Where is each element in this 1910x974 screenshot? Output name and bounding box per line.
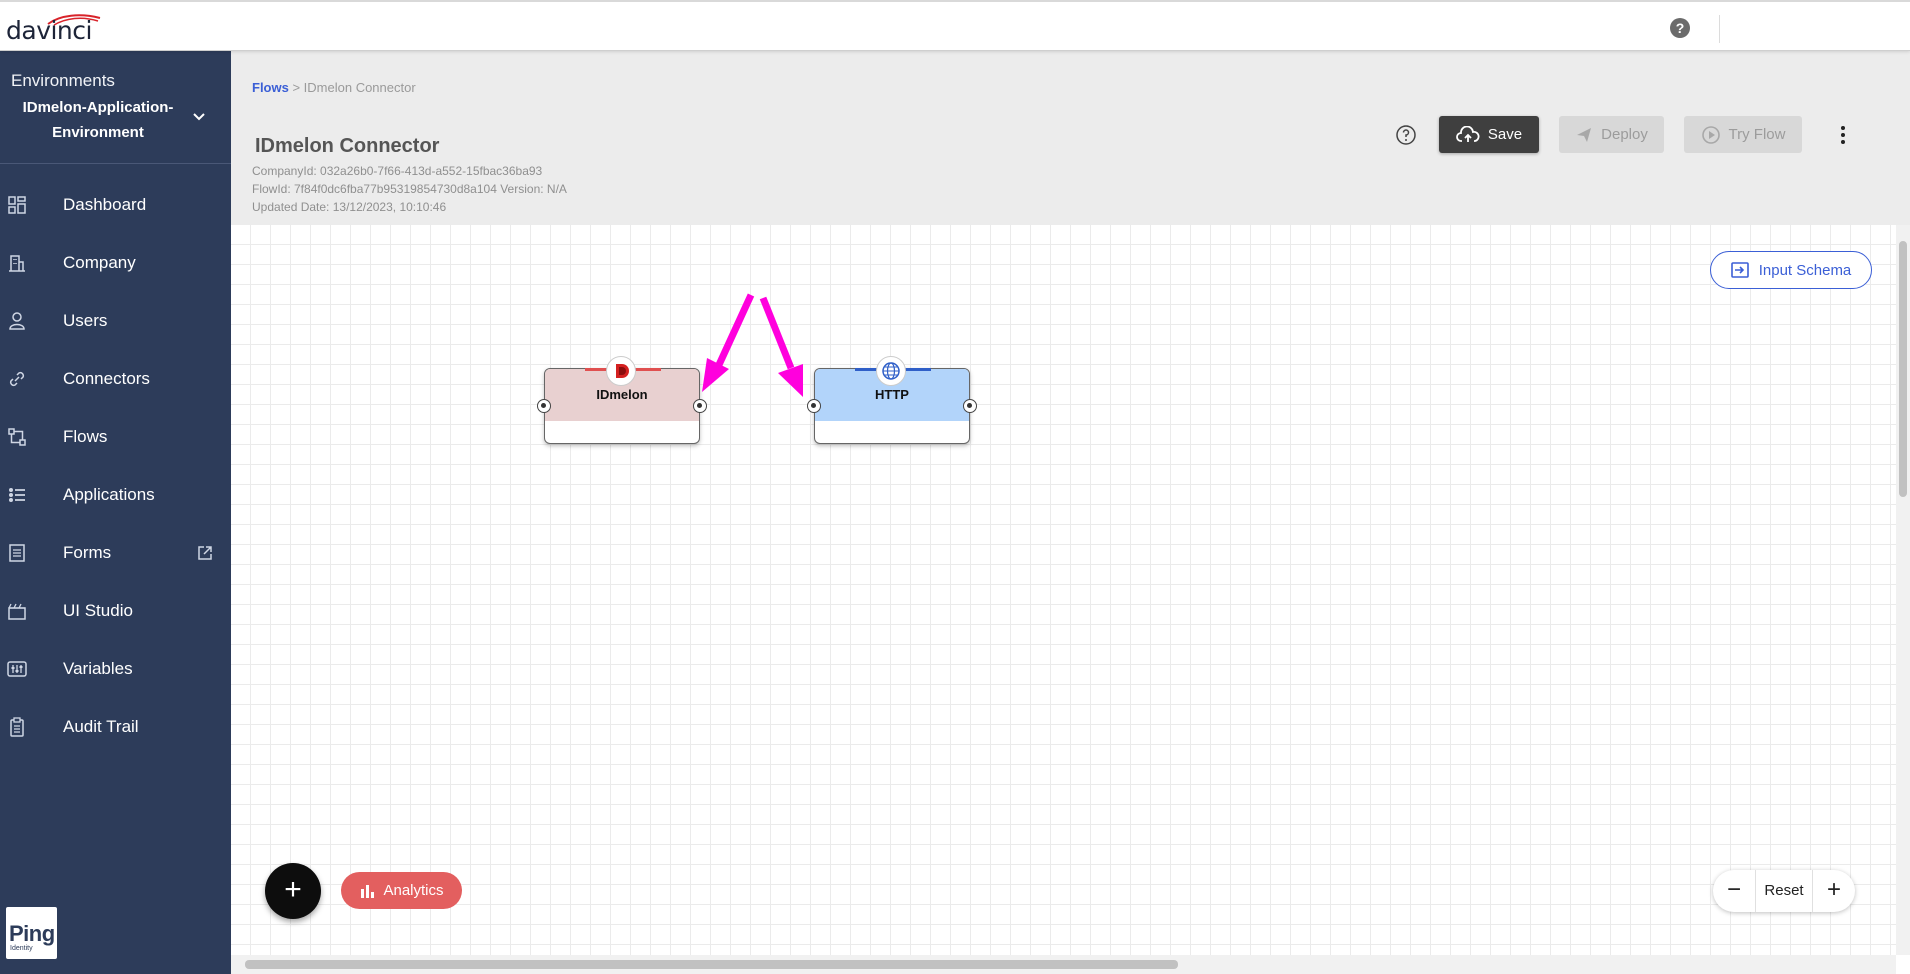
sidebar-item-label: UI Studio xyxy=(63,601,133,620)
flow-node-http[interactable]: HTTP xyxy=(807,356,977,444)
breadcrumb-current: IDmelon Connector xyxy=(303,80,416,95)
sidebar-item-audit-trail[interactable]: Audit Trail xyxy=(0,702,231,752)
sidebar-item-ui-studio[interactable]: UI Studio xyxy=(0,586,231,636)
sidebar-item-users[interactable]: Users xyxy=(0,296,231,346)
horizontal-scroll-thumb[interactable] xyxy=(245,960,1178,969)
try-flow-label: Try Flow xyxy=(1728,126,1786,143)
horizontal-scrollbar[interactable] xyxy=(231,955,1896,974)
ping-logo-text: Ping xyxy=(9,921,55,946)
input-icon xyxy=(1730,262,1749,278)
vertical-scroll-thumb[interactable] xyxy=(1899,241,1907,497)
try-flow-button[interactable]: Try Flow xyxy=(1684,116,1802,153)
chevron-down-icon[interactable] xyxy=(191,109,207,125)
updated-date: Updated Date: 13/12/2023, 10:10:46 xyxy=(252,200,447,214)
sidebar-item-label: Connectors xyxy=(63,369,150,388)
company-id: CompanyId: 032a26b0-7f66-413d-a552-15fba… xyxy=(252,164,543,178)
input-port[interactable] xyxy=(807,399,821,413)
sidebar-item-label: Flows xyxy=(63,427,108,446)
sidebar-item-connectors[interactable]: Connectors xyxy=(0,354,231,404)
play-circle-icon xyxy=(1701,125,1720,144)
clipboard-icon xyxy=(10,717,24,737)
node-label: IDmelon xyxy=(596,387,648,402)
idmelon-icon xyxy=(606,356,636,386)
flow-header: Flows > IDmelon Connector IDmelon Connec… xyxy=(231,51,1910,225)
environments-label: Environments xyxy=(11,71,115,90)
annotation-arrows xyxy=(702,293,803,397)
flow-icon xyxy=(8,428,26,446)
sidebar: Environments IDmelon-Application-Environ… xyxy=(0,51,231,974)
cloud-upload-icon xyxy=(1456,125,1480,142)
zoom-in-button[interactable]: + xyxy=(1813,870,1855,912)
add-node-button[interactable]: + xyxy=(265,863,321,919)
bar-chart-icon xyxy=(361,884,375,898)
sidebar-item-applications[interactable]: Applications xyxy=(0,470,231,520)
dashboard-icon xyxy=(8,196,26,214)
sidebar-item-label: Variables xyxy=(63,659,133,678)
flow-canvas[interactable]: Input Schema IDmelon HTTP + Analytics − … xyxy=(231,225,1896,955)
sidebar-item-dashboard[interactable]: Dashboard xyxy=(0,180,231,230)
sidebar-item-forms[interactable]: Forms xyxy=(0,528,231,578)
link-icon xyxy=(9,371,25,387)
annotation-arrow-right xyxy=(759,296,795,370)
help-circle-icon[interactable] xyxy=(1395,124,1417,146)
sliders-icon xyxy=(7,661,27,677)
zoom-controls: − Reset + xyxy=(1713,870,1855,912)
form-icon xyxy=(9,544,25,562)
top-bar: davinci ? xyxy=(0,0,1910,51)
page-title: IDmelon Connector xyxy=(255,135,440,157)
output-port[interactable] xyxy=(693,399,707,413)
flow-node-idmelon[interactable]: IDmelon xyxy=(537,356,707,444)
save-label: Save xyxy=(1487,126,1523,143)
input-schema-label: Input Schema xyxy=(1758,261,1852,279)
analytics-button[interactable]: Analytics xyxy=(341,872,462,909)
vertical-scrollbar[interactable] xyxy=(1896,225,1910,955)
sidebar-item-label: Forms xyxy=(63,543,112,562)
breadcrumb: Flows > IDmelon Connector xyxy=(252,80,416,95)
topbar-divider xyxy=(1719,15,1720,43)
sidebar-item-label: Company xyxy=(63,253,136,272)
analytics-label: Analytics xyxy=(383,882,444,899)
annotation-arrow-left xyxy=(714,293,755,369)
reset-zoom-button[interactable]: Reset xyxy=(1755,870,1813,912)
deploy-label: Deploy xyxy=(1601,126,1648,143)
sidebar-item-label: Dashboard xyxy=(63,195,147,214)
davinci-logo[interactable]: davinci xyxy=(6,12,116,45)
logo-text: davinci xyxy=(6,16,92,45)
sidebar-item-variables[interactable]: Variables xyxy=(0,644,231,694)
sidebar-item-flows[interactable]: Flows xyxy=(0,412,231,462)
output-port[interactable] xyxy=(963,399,977,413)
external-link-icon xyxy=(198,546,212,560)
divider xyxy=(0,163,231,164)
user-icon xyxy=(9,312,25,330)
ping-logo-subtext: Identity xyxy=(10,945,33,952)
clapper-icon xyxy=(8,603,26,620)
send-icon xyxy=(1577,127,1592,142)
annotation-arrowhead-left xyxy=(702,358,729,392)
deploy-button[interactable]: Deploy xyxy=(1559,116,1664,153)
sidebar-item-label: Audit Trail xyxy=(63,717,139,736)
help-icon[interactable]: ? xyxy=(1670,18,1690,38)
sidebar-item-label: Users xyxy=(63,311,108,330)
environment-selector[interactable]: IDmelon-Application-Environment xyxy=(18,95,178,145)
node-label: HTTP xyxy=(875,387,909,402)
zoom-out-button[interactable]: − xyxy=(1713,870,1755,912)
input-port[interactable] xyxy=(537,399,551,413)
globe-icon xyxy=(876,356,906,386)
list-icon xyxy=(9,488,25,502)
breadcrumb-separator: > xyxy=(288,80,304,95)
input-schema-button[interactable]: Input Schema xyxy=(1710,251,1872,289)
sidebar-item-label: Applications xyxy=(63,485,155,504)
save-button[interactable]: Save xyxy=(1439,116,1539,153)
ping-identity-logo: Ping Identity xyxy=(6,907,57,959)
breadcrumb-flows-link[interactable]: Flows xyxy=(252,80,289,95)
building-icon xyxy=(9,255,25,272)
flow-id: FlowId: 7f84f0dc6fba77b95319854730d8a104… xyxy=(252,182,567,196)
more-options-icon[interactable] xyxy=(1831,123,1855,147)
annotation-arrowhead-right xyxy=(778,364,803,397)
sidebar-item-company[interactable]: Company xyxy=(0,238,231,288)
